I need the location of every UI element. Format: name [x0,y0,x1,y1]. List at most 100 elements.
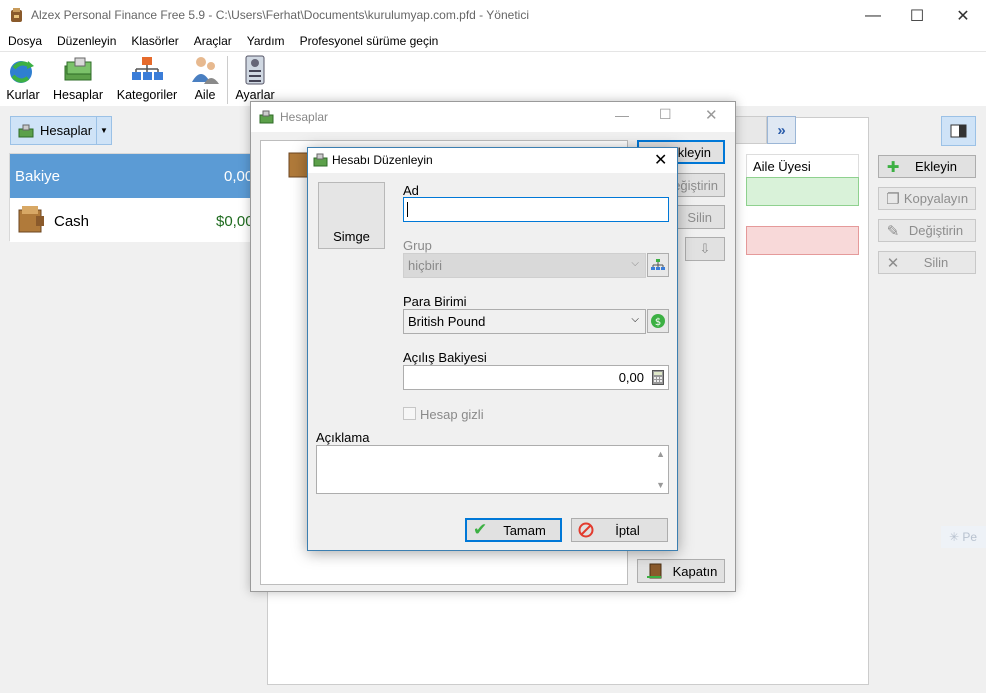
app-icon [11,8,22,22]
group-value: hiçbiri [408,258,442,273]
delete-x-icon: ✕ [886,254,900,272]
menu-dosya[interactable]: Dosya [0,31,49,51]
toolbar-aile-button[interactable]: Aile [189,54,221,105]
ghost-tooltip: ✳ Pe [941,526,986,548]
currency-label: Para Birimi [403,294,467,309]
toolbar-kategoriler-button[interactable]: Kategoriler [113,54,181,105]
menu-pro-upgrade[interactable]: Profesyonel sürüme geçin [292,31,446,51]
menu-araclar[interactable]: Araçlar [186,31,239,51]
group-label: Grup [403,238,432,253]
dropdown-arrow-icon[interactable]: ▼ [96,117,111,144]
toolbar-kategoriler-label: Kategoriler [116,88,178,102]
toolbar-kurlar-button[interactable]: Kurlar [4,54,42,105]
wallet-icon [18,206,44,233]
delete-button[interactable]: ✕ Silin [878,251,976,274]
currency-exchange-small-icon: $ [651,314,665,328]
account-list: Bakiye 0,00 Cash $0,00 [9,153,254,242]
cancel-button[interactable]: İptal [571,518,668,542]
toolbar-kurlar-label: Kurlar [6,88,40,102]
column-header-aile-uyesi[interactable]: Aile Üyesi [746,154,859,178]
cancel-icon [578,522,594,538]
table-row[interactable] [746,226,859,255]
title-bar: Alzex Personal Finance Free 5.9 - C:\Use… [0,0,986,31]
accounts-dropdown-button[interactable]: Hesaplar ▼ [10,116,112,145]
text-cursor [407,202,408,217]
exit-door-icon [646,563,662,579]
dialog-maximize-icon[interactable]: ☐ [659,106,672,123]
edit-dialog-title: Hesabı Düzenleyin [332,153,433,167]
cancel-button-label: İptal [615,522,640,538]
view-toggle-button[interactable] [941,116,976,146]
accounts-dialog-close-button[interactable]: Kapatın [637,559,725,583]
accounts-dialog-icon [259,110,274,124]
toolbar-ayarlar-label: Ayarlar [235,88,275,102]
copy-button[interactable]: ❐ Kopyalayın [878,187,976,210]
account-amount: $0,00 [216,213,254,230]
accounts-icon [18,124,34,137]
opening-balance-input[interactable]: 0,00 [403,365,669,390]
chevron-down-icon: ⌵ [631,258,639,269]
edit-dialog-titlebar: Hesabı Düzenleyin ✕ [308,148,677,173]
chevron-down-icon: ⌵ [631,314,639,325]
add-button[interactable]: ✚ Ekleyin [878,155,976,178]
maximize-button[interactable]: ☐ [894,0,940,31]
edit-dialog-close-icon[interactable]: ✕ [654,150,667,170]
scroll-up-icon[interactable]: ▲ [656,449,665,459]
accounts-dialog-title: Hesaplar [280,110,329,124]
currency-value: British Pound [408,314,486,329]
group-tree-icon [651,259,665,270]
hidden-checkbox-label: Hesap gizli [420,407,484,422]
scroll-down-icon[interactable]: ▼ [656,480,665,490]
balance-label: Bakiye [15,168,61,185]
description-textarea[interactable]: ▲ ▼ [316,445,669,494]
ok-button-label: Tamam [503,522,546,538]
accounts-dialog-delete-label: Silin [687,209,712,225]
group-tree-button[interactable] [647,253,669,277]
toolbar-ayarlar-button[interactable]: Ayarlar [233,54,277,105]
accounts-dropdown-label: Hesaplar [40,123,93,138]
money-stack-icon [64,57,92,81]
accounts-dialog-close-label: Kapatın [672,563,718,579]
menu-klasorler[interactable]: Klasörler [123,31,185,51]
copy-button-label: Kopyalayın [903,191,969,206]
description-label: Açıklama [316,430,370,445]
close-button[interactable]: ✕ [940,0,986,31]
arrow-down-icon: ⇩ [699,241,711,256]
edit-dialog-icon [313,153,328,167]
account-name: Cash [54,213,90,230]
category-tree-icon [132,57,163,80]
maximize-icon: ☐ [909,7,925,25]
toolbar: Kurlar Hesaplar Kategoriler Aile Ayarlar [0,51,986,106]
edit-button-label: Değiştirin [908,223,964,238]
toolbar-hesaplar-button[interactable]: Hesaplar [51,54,105,105]
toolbar-hesaplar-label: Hesaplar [52,88,104,102]
table-row[interactable] [746,177,859,206]
name-input[interactable] [403,197,669,222]
currency-exchange-icon [10,61,34,83]
balance-row[interactable]: Bakiye 0,00 [10,154,253,198]
minimize-button[interactable]: — [850,0,896,31]
hidden-checkbox[interactable] [403,407,416,420]
toolbar-separator [227,56,228,104]
move-down-button[interactable]: ⇩ [685,237,725,261]
opening-balance-value: 0,00 [618,370,644,385]
checkmark-icon: ✔ [473,520,488,539]
date-box[interactable] [735,116,767,144]
icon-select-label: Simge [333,229,370,244]
dialog-close-icon[interactable]: ✕ [705,106,718,124]
dialog-minimize-icon[interactable]: — [615,107,629,123]
copy-icon: ❐ [886,190,900,208]
edit-button[interactable]: ✎ Değiştirin [878,219,976,242]
group-select[interactable]: hiçbiri ⌵ [403,253,646,278]
next-period-button[interactable]: » [767,116,796,144]
ok-button[interactable]: ✔ Tamam [465,518,562,542]
icon-select-button[interactable]: Simge [318,182,385,249]
currency-exchange-button[interactable]: $ [647,309,669,333]
plus-icon: ✚ [886,158,900,176]
edit-account-dialog: Hesabı Düzenleyin ✕ Simge Ad Grup hiçbir… [307,147,678,551]
calculator-icon[interactable] [652,370,664,385]
menu-yardim[interactable]: Yardım [239,31,292,51]
list-item[interactable]: Cash $0,00 [10,198,254,242]
currency-select[interactable]: British Pound ⌵ [403,309,646,334]
menu-duzenleyin[interactable]: Düzenleyin [49,31,123,51]
